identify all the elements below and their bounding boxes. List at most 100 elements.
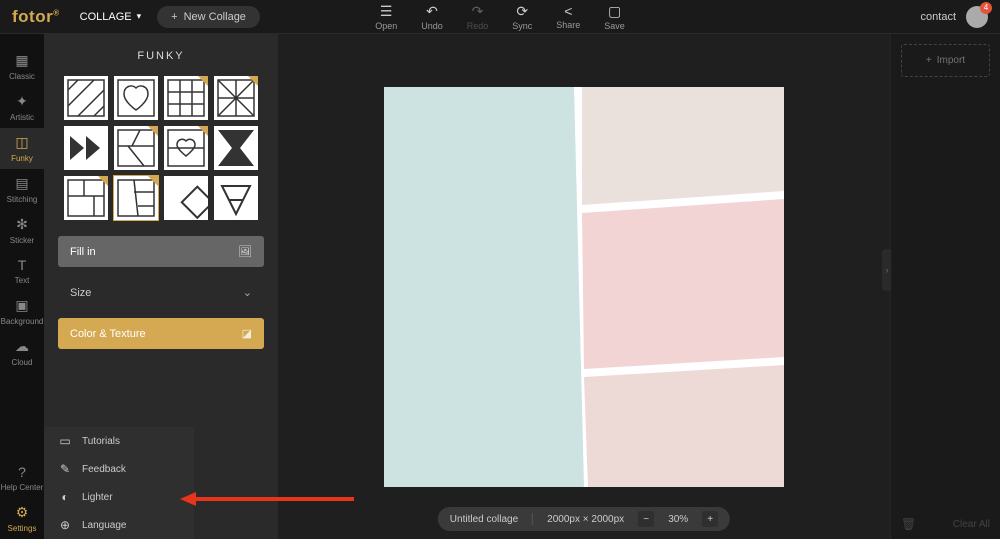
sticker-label: Sticker bbox=[10, 236, 34, 245]
rail-funky[interactable]: ◫ Funky bbox=[0, 128, 44, 169]
text-icon: T bbox=[18, 257, 27, 273]
undo-icon: ↶ bbox=[426, 3, 438, 20]
clear-all-button[interactable]: Clear All bbox=[953, 519, 990, 530]
help-icon: ? bbox=[18, 464, 26, 480]
settings-language[interactable]: ⊕ Language bbox=[44, 511, 194, 539]
collage-title[interactable]: Untitled collage bbox=[450, 514, 518, 525]
open-button[interactable]: ☰Open bbox=[375, 3, 397, 31]
side-panel: FUNKY Fill in 🖼 Size ⌄ bbox=[44, 34, 278, 539]
globe-icon: ⊕ bbox=[58, 518, 72, 532]
premium-tag-icon bbox=[148, 126, 158, 136]
chevron-down-icon: ⌄ bbox=[243, 286, 252, 299]
menu-icon: ☰ bbox=[380, 3, 393, 20]
lighter-label: Lighter bbox=[82, 492, 113, 503]
template-11[interactable] bbox=[164, 176, 208, 220]
right-panel: + Import 🗑 Clear All bbox=[890, 34, 1000, 539]
template-6[interactable] bbox=[114, 126, 158, 170]
template-3[interactable] bbox=[164, 76, 208, 120]
rail-stitching[interactable]: ▤ Stitching bbox=[0, 169, 44, 210]
rail-cloud[interactable]: ☁ Cloud bbox=[0, 332, 44, 373]
color-texture-label: Color & Texture bbox=[70, 328, 146, 340]
panel-title: FUNKY bbox=[44, 44, 278, 76]
gear-icon: ⚙ bbox=[16, 504, 29, 521]
image-icon: 🖼 bbox=[238, 245, 252, 258]
redo-button[interactable]: ↷Redo bbox=[467, 3, 489, 31]
template-8[interactable] bbox=[214, 126, 258, 170]
trash-icon[interactable]: 🗑 bbox=[901, 517, 916, 531]
redo-label: Redo bbox=[467, 21, 489, 31]
cloud-label: Cloud bbox=[12, 358, 33, 367]
book-icon: ▭ bbox=[58, 434, 72, 448]
avatar[interactable]: 4 bbox=[966, 6, 988, 28]
rail-classic[interactable]: ▦Classic bbox=[0, 46, 44, 87]
undo-button[interactable]: ↶Undo bbox=[421, 3, 443, 31]
background-label: Background bbox=[1, 317, 44, 326]
notification-badge: 4 bbox=[980, 2, 992, 14]
rail-text[interactable]: TText bbox=[0, 251, 44, 291]
background-icon: ▣ bbox=[15, 297, 28, 314]
share-label: Share bbox=[556, 20, 580, 30]
funky-label: Funky bbox=[11, 154, 33, 163]
contact-link[interactable]: contact bbox=[921, 11, 956, 23]
rail-help[interactable]: ? Help Center bbox=[0, 458, 44, 498]
rail-settings[interactable]: ⚙ Settings bbox=[0, 498, 44, 539]
funky-icon: ◫ bbox=[15, 134, 28, 151]
save-button[interactable]: ▢Save bbox=[604, 3, 625, 31]
template-5[interactable] bbox=[64, 126, 108, 170]
stitching-icon: ▤ bbox=[15, 175, 28, 192]
size-dropdown[interactable]: Size ⌄ bbox=[58, 277, 264, 308]
edit-icon: ◪ bbox=[242, 327, 252, 340]
artistic-label: Artistic bbox=[10, 113, 34, 122]
settings-label: Settings bbox=[8, 524, 37, 533]
template-7[interactable] bbox=[164, 126, 208, 170]
sync-label: Sync bbox=[512, 21, 532, 31]
premium-tag-icon bbox=[148, 176, 158, 186]
template-4[interactable] bbox=[214, 76, 258, 120]
settings-lighter[interactable]: ◐ Lighter bbox=[44, 483, 194, 511]
settings-tutorials[interactable]: ▭Tutorials bbox=[44, 427, 194, 455]
import-button[interactable]: + Import bbox=[901, 44, 990, 77]
new-collage-button[interactable]: + New Collage bbox=[157, 6, 260, 28]
fill-label: Fill in bbox=[70, 246, 96, 258]
language-label: Language bbox=[82, 520, 127, 531]
sync-icon: ⟳ bbox=[516, 3, 528, 20]
zoom-in-button[interactable]: + bbox=[702, 511, 718, 527]
settings-feedback[interactable]: ✎Feedback bbox=[44, 455, 194, 483]
color-texture-button[interactable]: Color & Texture ◪ bbox=[58, 318, 264, 349]
template-1[interactable] bbox=[64, 76, 108, 120]
plus-icon: + bbox=[926, 55, 932, 66]
mode-label: COLLAGE bbox=[80, 11, 132, 23]
grid-icon: ▦ bbox=[15, 52, 28, 69]
save-icon: ▢ bbox=[608, 3, 621, 20]
cloud-icon: ☁ bbox=[15, 338, 29, 355]
share-button[interactable]: <Share bbox=[556, 3, 580, 31]
logo: fotor® bbox=[12, 7, 60, 27]
open-label: Open bbox=[375, 21, 397, 31]
template-10[interactable] bbox=[114, 176, 158, 220]
chevron-down-icon: ▾ bbox=[137, 11, 142, 22]
canvas-dimensions: 2000px × 2000px bbox=[547, 514, 624, 525]
canvas-area: Untitled collage 2000px × 2000px − 30% + bbox=[278, 34, 890, 539]
rail-artistic[interactable]: ✦ Artistic bbox=[0, 87, 44, 128]
fill-in-button[interactable]: Fill in 🖼 bbox=[58, 236, 264, 267]
template-grid bbox=[44, 76, 278, 220]
template-12[interactable] bbox=[214, 176, 258, 220]
share-icon: < bbox=[564, 3, 572, 19]
rail-background[interactable]: ▣ Background bbox=[0, 291, 44, 332]
status-bar: Untitled collage 2000px × 2000px − 30% + bbox=[438, 507, 730, 531]
settings-popup: ▭Tutorials ✎Feedback ◐ Lighter ⊕ Language bbox=[44, 427, 194, 539]
template-9[interactable] bbox=[64, 176, 108, 220]
premium-tag-icon bbox=[198, 76, 208, 86]
artistic-icon: ✦ bbox=[16, 93, 28, 110]
zoom-out-button[interactable]: − bbox=[638, 511, 654, 527]
help-label: Help Center bbox=[1, 483, 44, 492]
zoom-level: 30% bbox=[668, 514, 688, 525]
template-2[interactable] bbox=[114, 76, 158, 120]
contrast-icon: ◐ bbox=[58, 490, 72, 504]
feedback-icon: ✎ bbox=[58, 462, 72, 476]
rail-sticker[interactable]: ✻Sticker bbox=[0, 210, 44, 251]
mode-dropdown[interactable]: COLLAGE ▾ bbox=[80, 11, 142, 23]
collage-canvas[interactable] bbox=[384, 87, 784, 487]
sync-button[interactable]: ⟳Sync bbox=[512, 3, 532, 31]
stitching-label: Stitching bbox=[7, 195, 38, 204]
